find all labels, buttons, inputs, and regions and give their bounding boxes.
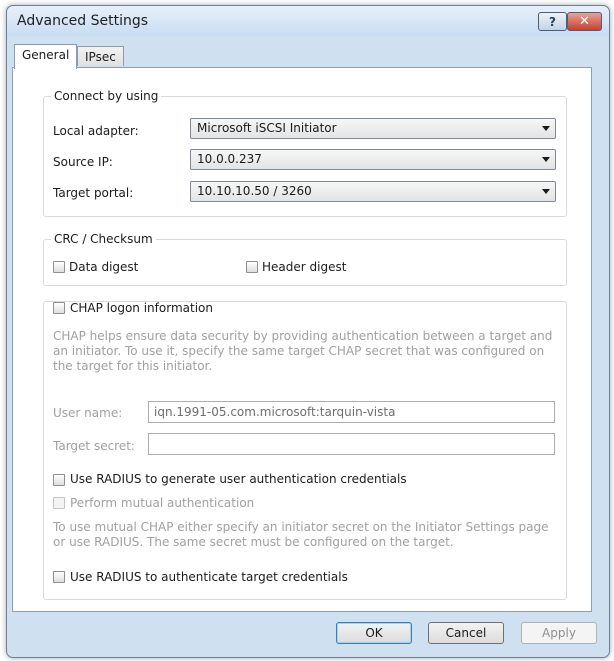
header-digest-checkbox[interactable] xyxy=(246,261,258,273)
mutual-auth-label[interactable]: Perform mutual authentication xyxy=(70,496,254,510)
chevron-down-icon xyxy=(542,189,550,194)
crc-checksum-legend: CRC / Checksum xyxy=(54,232,153,246)
title-bar[interactable]: Advanced Settings ? ✕ xyxy=(7,6,609,36)
source-ip-value: 10.0.0.237 xyxy=(197,152,262,166)
chevron-down-icon xyxy=(542,126,550,131)
general-tab-panel: Connect by using Local adapter: Microsof… xyxy=(12,67,592,612)
radius-target-checkbox[interactable] xyxy=(53,571,65,583)
crc-checksum-group: CRC / Checksum xyxy=(43,232,567,286)
local-adapter-label: Local adapter: xyxy=(53,124,139,138)
apply-button[interactable]: Apply xyxy=(521,622,597,644)
target-secret-label: Target secret: xyxy=(53,439,135,453)
tab-ipsec[interactable]: IPsec xyxy=(77,46,124,66)
chevron-down-icon xyxy=(542,157,550,162)
user-name-input[interactable]: iqn.1991-05.com.microsoft:tarquin-vista xyxy=(148,401,555,423)
data-digest-label[interactable]: Data digest xyxy=(69,260,138,274)
radius-generate-checkbox[interactable] xyxy=(53,474,65,486)
close-button[interactable]: ✕ xyxy=(567,12,602,31)
header-digest-label[interactable]: Header digest xyxy=(262,260,346,274)
target-secret-input[interactable] xyxy=(148,433,555,455)
chap-logon-label[interactable]: CHAP logon information xyxy=(70,301,213,315)
chap-description: CHAP helps ensure data security by provi… xyxy=(53,329,553,373)
help-icon: ? xyxy=(549,14,556,29)
connect-by-using-legend: Connect by using xyxy=(54,89,159,103)
tab-general[interactable]: General xyxy=(14,44,78,69)
close-icon: ✕ xyxy=(579,14,590,29)
local-adapter-value: Microsoft iSCSI Initiator xyxy=(197,121,337,135)
radius-target-label[interactable]: Use RADIUS to authenticate target creden… xyxy=(70,570,348,584)
target-portal-value: 10.10.10.50 / 3260 xyxy=(197,184,312,198)
mutual-chap-description: To use mutual CHAP either specify an ini… xyxy=(53,520,549,549)
cancel-button[interactable]: Cancel xyxy=(428,622,504,644)
dialog-title: Advanced Settings xyxy=(17,13,149,29)
ok-button[interactable]: OK xyxy=(336,622,412,644)
help-button[interactable]: ? xyxy=(538,12,567,31)
target-portal-label: Target portal: xyxy=(53,186,134,200)
radius-generate-label[interactable]: Use RADIUS to generate user authenticati… xyxy=(70,472,407,486)
user-name-label: User name: xyxy=(53,406,123,420)
data-digest-checkbox[interactable] xyxy=(53,261,65,273)
source-ip-select[interactable]: 10.0.0.237 xyxy=(190,149,556,170)
mutual-auth-checkbox[interactable] xyxy=(53,497,65,509)
chap-logon-checkbox[interactable] xyxy=(53,302,65,314)
local-adapter-select[interactable]: Microsoft iSCSI Initiator xyxy=(190,118,556,139)
source-ip-label: Source IP: xyxy=(53,155,113,169)
target-portal-select[interactable]: 10.10.10.50 / 3260 xyxy=(190,181,556,202)
